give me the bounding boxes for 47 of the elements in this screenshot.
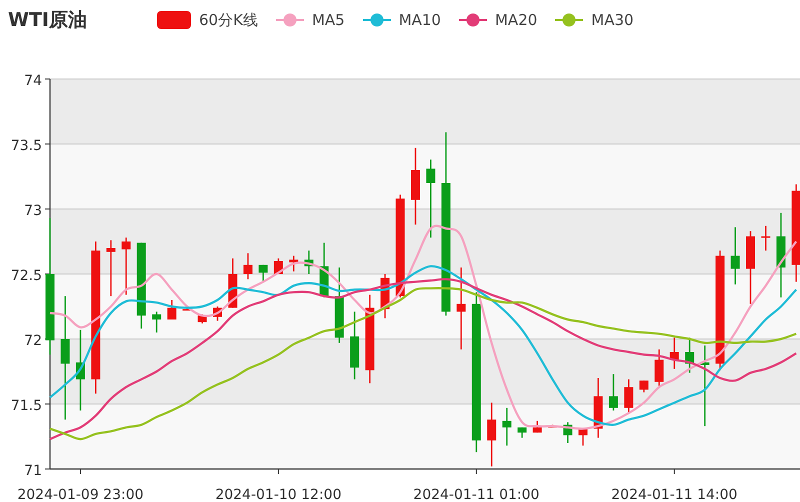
legend-item[interactable]: MA30 — [555, 8, 634, 32]
axis-label: 74 — [24, 73, 42, 89]
candlestick — [639, 380, 648, 392]
legend-item[interactable]: 60分K线 — [157, 8, 258, 32]
axis-label: 2024-01-10 12:00 — [215, 487, 342, 502]
candlestick — [228, 258, 238, 308]
legend-item[interactable]: MA20 — [458, 8, 538, 32]
candlestick — [532, 420, 542, 433]
candlestick — [654, 349, 664, 386]
candlestick — [243, 253, 252, 280]
candlestick — [380, 274, 390, 318]
candlestick — [213, 306, 222, 321]
candlestick — [594, 378, 603, 438]
candlestick — [152, 312, 162, 332]
candlestick — [289, 256, 298, 272]
candlestick — [106, 240, 116, 296]
legend-item[interactable]: MA5 — [276, 8, 345, 32]
candlestick — [122, 238, 131, 295]
axis-label: 73.5 — [10, 138, 42, 154]
axis-label: 72 — [24, 333, 42, 349]
candlestick — [320, 242, 329, 298]
candlestick — [258, 264, 268, 282]
candlestick — [182, 308, 192, 311]
candlestick — [624, 379, 634, 414]
candlestick — [685, 338, 694, 373]
axis-label: 2024-01-11 14:00 — [611, 487, 738, 502]
candlestick — [578, 428, 588, 446]
candlestick — [563, 422, 572, 443]
axis-label: 72.5 — [10, 268, 42, 284]
axis-label: 2024-01-11 01:00 — [413, 487, 540, 502]
candlestick — [487, 402, 496, 466]
candlestick — [304, 250, 314, 274]
axis-label: 2024-01-09 23:00 — [17, 487, 144, 502]
candlestick — [608, 374, 618, 410]
candlestick — [198, 314, 207, 324]
candlestick — [730, 227, 740, 284]
candlestick — [518, 427, 527, 438]
legend-item[interactable]: MA10 — [362, 8, 441, 32]
candlestick — [761, 226, 770, 251]
axis-label: 71 — [24, 463, 42, 479]
candlestick — [167, 300, 176, 320]
axis-label: 73 — [24, 203, 42, 219]
candlestick — [350, 312, 360, 380]
chart-title: WTI原油 — [8, 8, 87, 33]
candlestick — [502, 408, 512, 446]
axis-label: 71.5 — [10, 398, 42, 414]
candlestick — [670, 338, 679, 369]
